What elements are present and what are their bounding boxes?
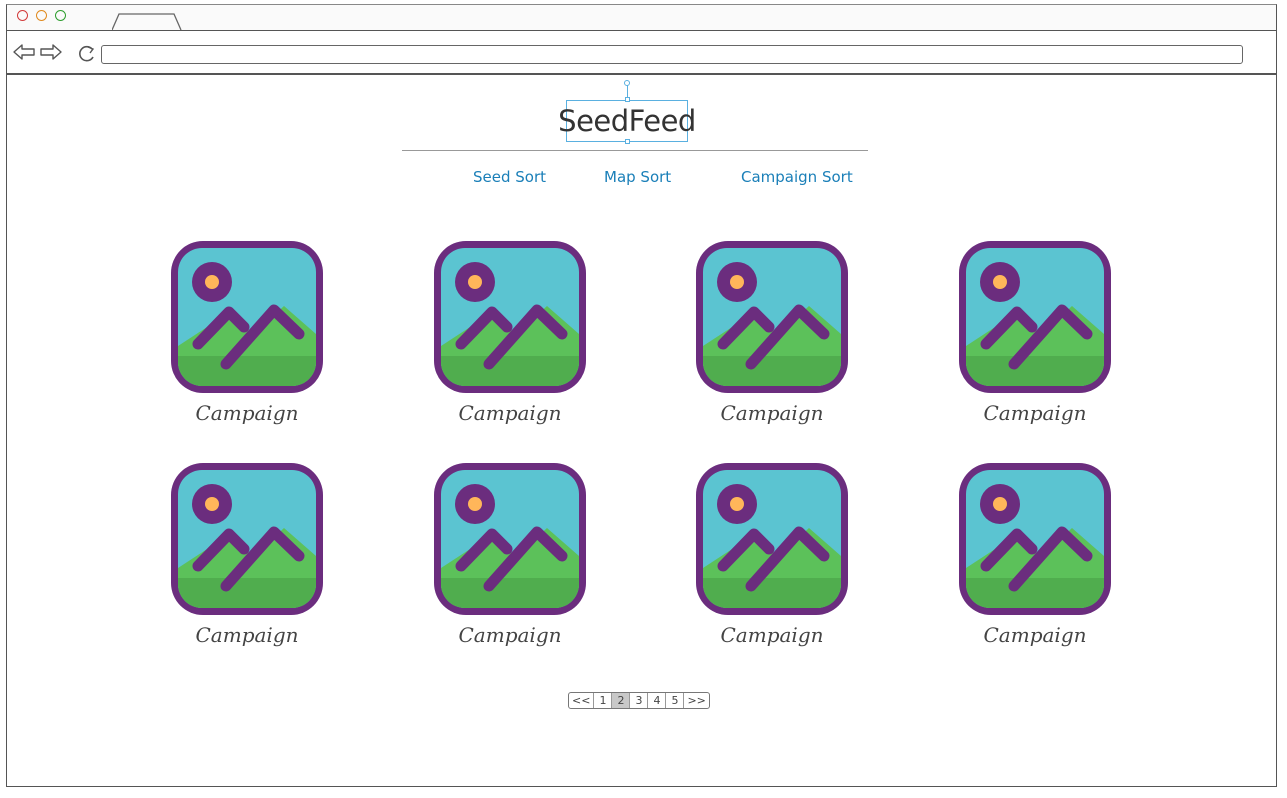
campaign-label: Campaign (195, 623, 299, 647)
campaign-card[interactable]: Campaign (689, 234, 855, 424)
image-placeholder-icon (171, 463, 323, 615)
image-placeholder-icon (434, 241, 586, 393)
campaign-card[interactable]: Campaign (952, 456, 1118, 646)
campaign-label: Campaign (458, 623, 562, 647)
campaign-card[interactable]: Campaign (427, 234, 593, 424)
pagination-last[interactable]: >> (684, 693, 708, 708)
image-placeholder-icon (434, 463, 586, 615)
campaign-label: Campaign (720, 623, 824, 647)
image-placeholder-icon (959, 241, 1111, 393)
pagination: << 1 2 3 4 5 >> (568, 692, 710, 709)
campaign-label: Campaign (195, 401, 299, 425)
campaign-card[interactable]: Campaign (689, 456, 855, 646)
pagination-page-3[interactable]: 3 (630, 693, 649, 708)
campaign-label: Campaign (458, 401, 562, 425)
campaign-card[interactable]: Campaign (164, 456, 330, 646)
site-logo[interactable]: SeedFeed (558, 104, 696, 138)
image-placeholder-icon (959, 463, 1111, 615)
maximize-window-button[interactable] (55, 10, 66, 21)
nav-link-campaign-sort[interactable]: Campaign Sort (741, 168, 853, 186)
image-placeholder-icon (696, 463, 848, 615)
title-bar (7, 5, 1276, 31)
minimize-window-button[interactable] (36, 10, 47, 21)
address-bar[interactable] (101, 45, 1243, 64)
pagination-page-5[interactable]: 5 (666, 693, 685, 708)
campaign-card[interactable]: Campaign (952, 234, 1118, 424)
browser-toolbar (7, 31, 1276, 75)
header-divider (402, 150, 868, 151)
back-arrow-icon[interactable] (13, 44, 35, 60)
image-placeholder-icon (171, 241, 323, 393)
forward-arrow-icon[interactable] (40, 44, 62, 60)
campaign-label: Campaign (720, 401, 824, 425)
campaign-card[interactable]: Campaign (164, 234, 330, 424)
browser-tab[interactable] (112, 13, 182, 31)
pagination-page-2[interactable]: 2 (612, 693, 631, 708)
reload-icon[interactable] (78, 45, 96, 63)
close-window-button[interactable] (17, 10, 28, 21)
image-placeholder-icon (696, 241, 848, 393)
pagination-first[interactable]: << (569, 693, 595, 708)
logo-container: SeedFeed (558, 100, 696, 142)
pagination-page-1[interactable]: 1 (594, 693, 613, 708)
campaign-label: Campaign (983, 623, 1087, 647)
selection-handle-bottom (625, 139, 630, 144)
selection-handle-top (625, 97, 630, 102)
campaign-label: Campaign (983, 401, 1087, 425)
pagination-page-4[interactable]: 4 (648, 693, 667, 708)
campaign-card[interactable]: Campaign (427, 456, 593, 646)
nav-link-map-sort[interactable]: Map Sort (604, 168, 671, 186)
nav-link-seed-sort[interactable]: Seed Sort (473, 168, 546, 186)
